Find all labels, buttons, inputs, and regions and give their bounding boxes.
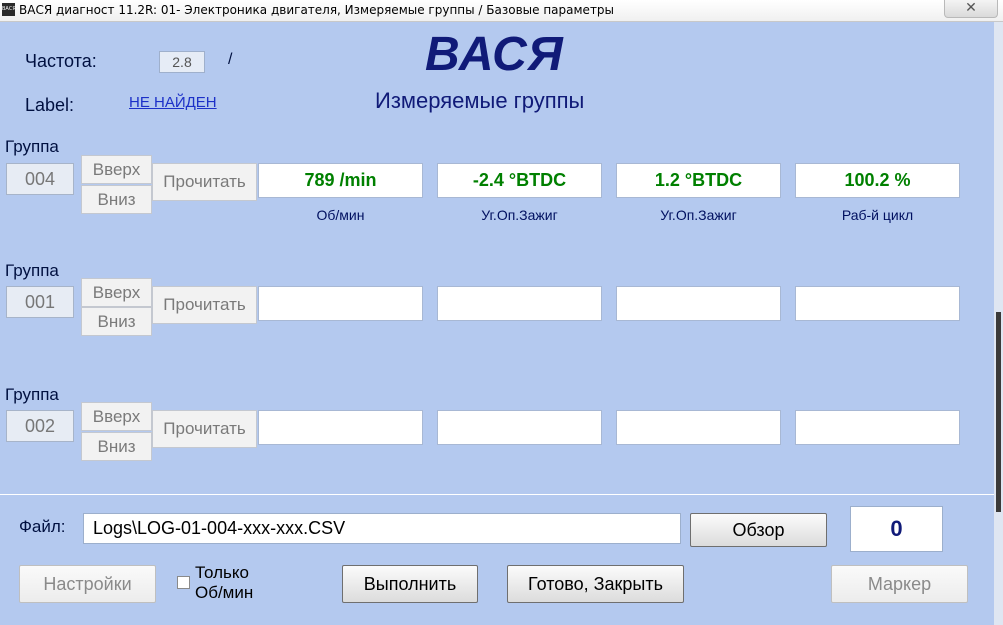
close-button[interactable]: ✕ — [944, 0, 998, 18]
edge-thumb — [996, 312, 1001, 512]
title-bar: ВАСЯ ВАСЯ диагност 11.2R: 01- Электроник… — [0, 0, 1003, 22]
group-1-value-2: -2.4 °BTDC — [437, 163, 602, 198]
group-1-value-1: 789 /min — [258, 163, 423, 198]
only-rpm-label-line1: Только — [195, 563, 249, 582]
file-label: Файл: — [19, 517, 66, 536]
execute-button[interactable]: Выполнить — [342, 565, 478, 603]
frequency-value: 2.8 — [159, 51, 205, 73]
page-subtitle: Измеряемые группы — [375, 88, 585, 113]
group-2-read-button[interactable]: Прочитать — [152, 286, 257, 324]
group-number-1[interactable]: 004 — [6, 163, 74, 195]
group-3-value-2 — [437, 410, 602, 445]
group-2-down-button[interactable]: Вниз — [81, 307, 152, 336]
group-3-read-button[interactable]: Прочитать — [152, 410, 257, 448]
group-2-value-2 — [437, 286, 602, 321]
window-edge — [994, 22, 1003, 625]
group-1-read-button[interactable]: Прочитать — [152, 163, 257, 201]
group-1-value-3: 1.2 °BTDC — [616, 163, 781, 198]
file-path-input[interactable] — [83, 513, 681, 544]
group-label-3: Группа — [5, 385, 59, 404]
footer-divider — [0, 494, 994, 495]
group-2-value-3 — [616, 286, 781, 321]
group-2-value-1 — [258, 286, 423, 321]
group-3-value-1 — [258, 410, 423, 445]
group-label-2: Группа — [5, 261, 59, 280]
label-label: Label: — [25, 95, 75, 115]
only-rpm-checkbox[interactable] — [177, 576, 190, 589]
window-title: ВАСЯ диагност 11.2R: 01- Электроника дви… — [19, 3, 615, 17]
group-label-1: Группа — [5, 137, 59, 156]
group-1-caption-2: Уг.Оп.Зажиг — [481, 207, 558, 223]
group-1-caption-3: Уг.Оп.Зажиг — [660, 207, 737, 223]
only-rpm-label-line2: Об/мин — [195, 583, 254, 602]
group-3-up-button[interactable]: Вверх — [81, 402, 152, 431]
group-3-value-3 — [616, 410, 781, 445]
group-2-up-button[interactable]: Вверх — [81, 278, 152, 307]
group-number-3[interactable]: 002 — [6, 410, 74, 442]
settings-button[interactable]: Настройки — [19, 565, 156, 603]
app-title: ВАСЯ — [425, 28, 564, 81]
frequency-separator: / — [228, 51, 233, 68]
group-1-caption-4: Раб-й цикл — [841, 207, 914, 223]
record-counter: 0 — [850, 506, 943, 552]
group-2-value-4 — [795, 286, 960, 321]
group-3-down-button[interactable]: Вниз — [81, 432, 152, 461]
marker-button[interactable]: Маркер — [831, 565, 968, 603]
browse-button[interactable]: Обзор — [690, 513, 827, 547]
done-close-button[interactable]: Готово, Закрыть — [507, 565, 684, 603]
group-number-2[interactable]: 001 — [6, 286, 74, 318]
app-icon: ВАСЯ — [2, 3, 15, 16]
group-3-value-4 — [795, 410, 960, 445]
group-1-up-button[interactable]: Вверх — [81, 155, 152, 184]
group-1-caption-1: Об/мин — [316, 207, 365, 223]
frequency-label: Частота: — [25, 51, 97, 71]
group-1-down-button[interactable]: Вниз — [81, 185, 152, 214]
label-link[interactable]: НЕ НАЙДЕН — [129, 94, 217, 111]
only-rpm-label: Только Об/мин — [195, 563, 253, 603]
group-1-value-4: 100.2 % — [795, 163, 960, 198]
